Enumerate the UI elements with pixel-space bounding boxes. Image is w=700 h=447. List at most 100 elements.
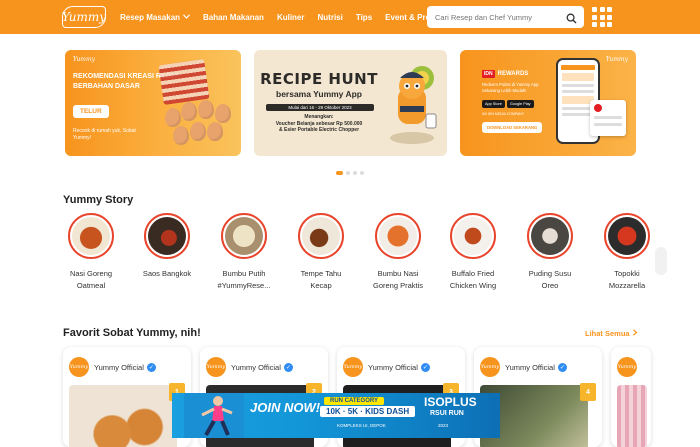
banner-prizes: Menangkan: Voucher Belanja sebesar Rp 50…	[254, 114, 384, 134]
story-ring	[450, 213, 496, 259]
banner-logo: Yummy	[73, 56, 96, 63]
story-item[interactable]: Saos Bangkok	[134, 213, 200, 280]
story-ring	[375, 213, 421, 259]
idn-rewards-title: IDN REWARDS	[482, 70, 528, 78]
author-avatar[interactable]: Yummy	[69, 357, 89, 377]
search-icon[interactable]	[566, 11, 577, 24]
banner-logo: Yummy	[605, 56, 628, 63]
main-nav: Resep Masakan Bahan Makanan Kuliner Nutr…	[120, 0, 462, 34]
banner-recipe-hunt[interactable]: RECIPE HUNT bersama Yummy App Mulai dari…	[254, 50, 447, 156]
carousel-dot[interactable]	[346, 171, 350, 175]
banner-subtitle: Redeem Points di Yummy App Sekarang Lebi…	[482, 82, 539, 93]
top-navigation-bar: Yummy Resep Masakan Bahan Makanan Kuline…	[0, 0, 700, 34]
carousel-dot[interactable]	[360, 171, 364, 175]
carousel-dot[interactable]	[353, 171, 357, 175]
banner-title: REWARDS	[497, 71, 529, 77]
event-location: KOMPLEKS UI, DEPOK	[337, 423, 386, 428]
story-item[interactable]: Bumbu Nasi Goreng Praktis	[365, 213, 431, 292]
nav-label: Bahan Makanan	[203, 12, 264, 22]
search-input[interactable]	[435, 12, 563, 22]
story-label: Buffalo Fried Chicken Wing	[449, 269, 497, 290]
author-name[interactable]: Yummy Official	[231, 363, 281, 372]
rewards-card-image	[590, 100, 626, 136]
story-scroll-button[interactable]	[655, 247, 667, 275]
story-label: Puding Susu Oreo	[528, 269, 572, 290]
story-thumbnail	[454, 217, 492, 255]
yummy-logo[interactable]: Yummy	[62, 6, 106, 28]
carousel-indicators	[336, 171, 364, 175]
join-now-text: JOIN NOW!	[250, 400, 321, 415]
banner-subtitle: bersama Yummy App	[276, 89, 362, 99]
banner-title: RECIPE HUNT	[260, 70, 378, 88]
author-avatar[interactable]: Yummy	[480, 357, 500, 377]
story-item[interactable]: Tempe Tahu Kecap	[288, 213, 354, 292]
run-category-label: RUN CATEGORY	[324, 397, 384, 405]
store-badges: App Store Google Play	[482, 100, 534, 108]
nav-label: Nutrisi	[317, 12, 343, 22]
app-store-badge[interactable]: App Store	[482, 100, 505, 108]
story-ring	[68, 213, 114, 259]
rank-badge: 4	[580, 383, 596, 401]
author-name[interactable]: Yummy Official	[94, 363, 144, 372]
author-avatar[interactable]: Yummy	[617, 357, 637, 377]
story-item[interactable]: Topokki Mozzarella	[594, 213, 660, 292]
carousel-dot[interactable]	[336, 171, 343, 175]
story-label: Topokki Mozzarella	[608, 269, 646, 290]
download-button[interactable]: DOWNLOAD SEKARANG	[482, 122, 543, 133]
search-box	[427, 6, 584, 28]
nav-label: Resep Masakan	[120, 12, 181, 22]
story-thumbnail	[148, 217, 186, 255]
banner-media-note: AN IDN MEDIA COMPANY	[482, 112, 525, 116]
story-thumbnail	[608, 217, 646, 255]
nav-tips[interactable]: Tips	[356, 13, 372, 22]
advertisement-banner[interactable]: JOIN NOW! RUN CATEGORY 10K · 5K · KIDS D…	[172, 393, 500, 438]
story-ring	[298, 213, 344, 259]
nav-nutrisi[interactable]: Nutrisi	[318, 13, 343, 22]
card-header: Yummy Yummy Official ✓	[337, 347, 465, 377]
chevron-down-icon	[183, 13, 190, 21]
nav-label: Kuliner	[276, 12, 305, 22]
verified-icon: ✓	[557, 362, 567, 372]
verified-icon: ✓	[420, 362, 430, 372]
card-header: Yummy	[611, 347, 651, 377]
run-distances: 10K · 5K · KIDS DASH	[320, 406, 416, 417]
banner-idn-rewards[interactable]: Yummy IDN REWARDS Redeem Points di Yummy…	[460, 50, 636, 156]
story-thumbnail	[379, 217, 417, 255]
story-label: Bumbu Nasi Goreng Praktis	[372, 269, 424, 290]
story-thumbnail	[225, 217, 263, 255]
story-item[interactable]: Nasi Goreng Oatmeal	[58, 213, 124, 292]
eggs-image	[161, 86, 237, 148]
story-section-title: Yummy Story	[63, 194, 134, 206]
banner-tag: TELUR	[73, 105, 109, 118]
card-header: Yummy Yummy Official ✓	[474, 347, 602, 377]
recipe-card[interactable]: Yummy	[611, 347, 651, 447]
story-label: Bumbu Putih #YummyRese...	[217, 269, 271, 290]
grid-menu-icon[interactable]	[592, 7, 612, 27]
chevron-right-icon	[632, 329, 638, 338]
story-item[interactable]: Puding Susu Oreo	[517, 213, 583, 292]
story-label: Tempe Tahu Kecap	[300, 269, 342, 290]
story-label: Nasi Goreng Oatmeal	[69, 269, 113, 290]
see-all-label: Lihat Semua	[585, 329, 630, 338]
nav-kuliner[interactable]: Kuliner	[277, 13, 305, 22]
see-all-link[interactable]: Lihat Semua	[585, 329, 638, 338]
story-thumbnail	[72, 217, 110, 255]
nav-bahan-makanan[interactable]: Bahan Makanan	[203, 13, 264, 22]
idn-badge: IDN	[482, 70, 495, 78]
story-label: Saos Bangkok	[142, 269, 192, 278]
card-header: Yummy Yummy Official ✓	[200, 347, 328, 377]
author-name[interactable]: Yummy Official	[505, 363, 555, 372]
story-item[interactable]: Bumbu Putih #YummyRese...	[211, 213, 277, 292]
story-item[interactable]: Buffalo Fried Chicken Wing	[440, 213, 506, 292]
author-avatar[interactable]: Yummy	[206, 357, 226, 377]
author-avatar[interactable]: Yummy	[343, 357, 363, 377]
banner-telur[interactable]: Yummy REKOMENDASI KREASI RESEP BERBAHAN …	[65, 50, 241, 156]
banner-subtitle: Recook di rumah yuk, Sobat Yummy!	[73, 128, 136, 141]
nav-resep-masakan[interactable]: Resep Masakan	[120, 13, 190, 22]
favorites-section-title: Favorit Sobat Yummy, nih!	[63, 327, 201, 339]
google-play-badge[interactable]: Google Play	[506, 100, 534, 108]
nav-label: Tips	[355, 12, 373, 22]
author-name[interactable]: Yummy Official	[368, 363, 418, 372]
event-name: RSUI RUN	[430, 410, 464, 417]
banner-dates: Mulai dari 16 - 29 Oktober 2023	[266, 104, 374, 111]
